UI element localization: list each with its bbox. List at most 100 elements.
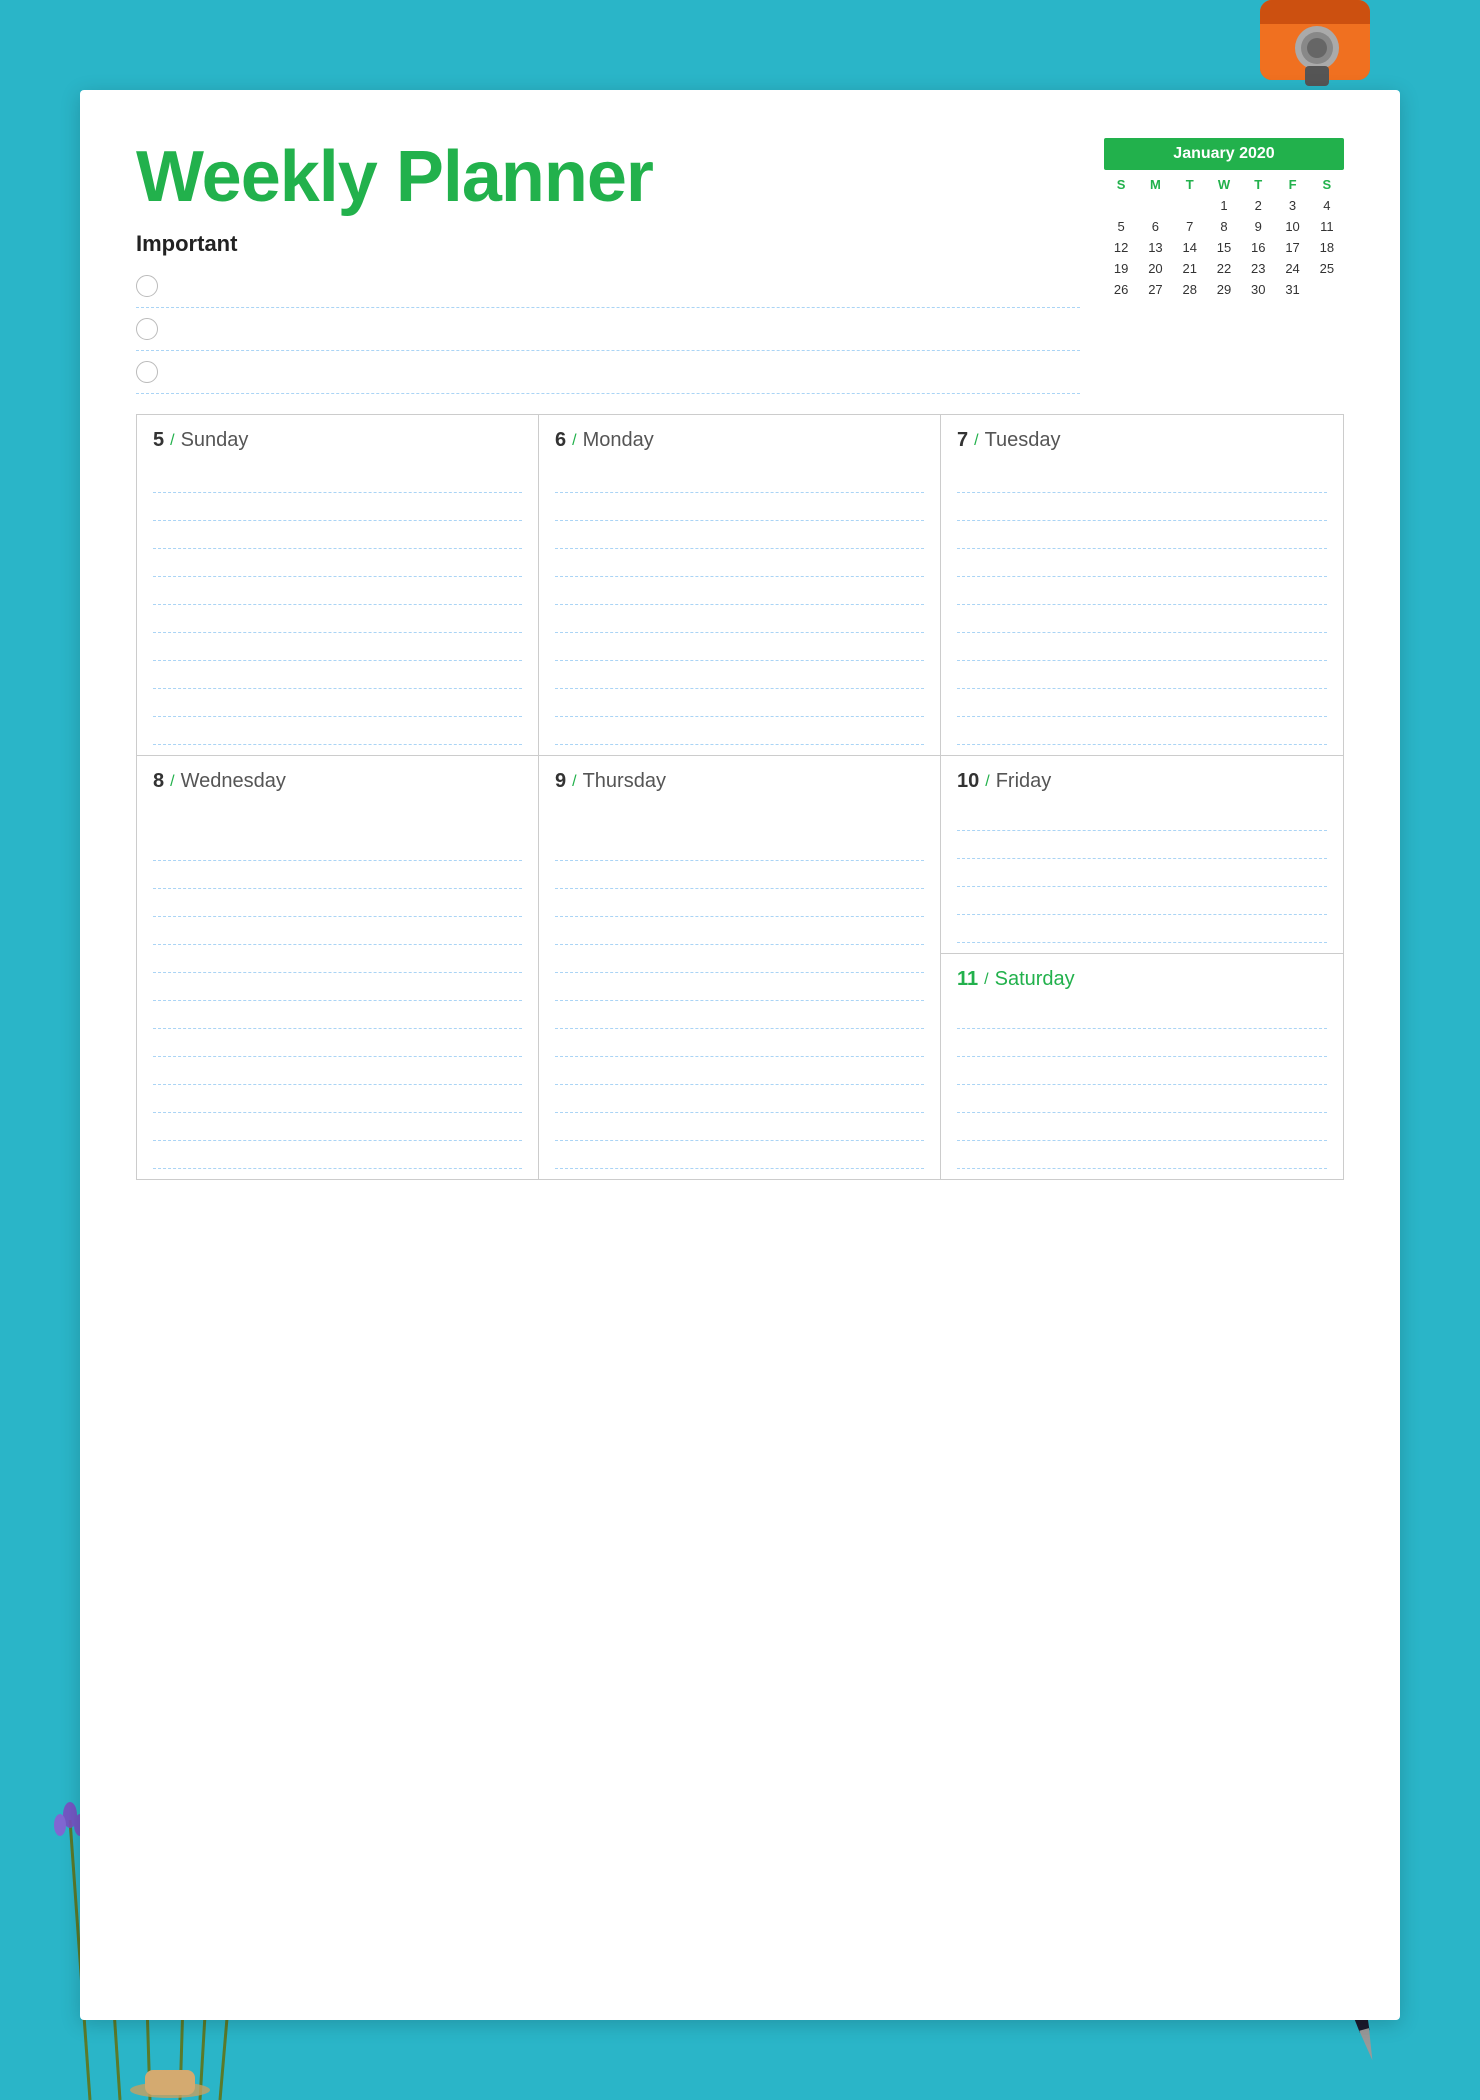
sunday-lines: [153, 462, 522, 745]
wednesday-header: 8 / Wednesday: [153, 770, 522, 793]
saturday-num: 11: [957, 968, 978, 991]
cal-header-t2: T: [1241, 174, 1275, 195]
calendar-month-header: January 2020: [1104, 138, 1344, 170]
title-section: Weekly Planner Important: [136, 138, 1080, 394]
cal-header-s1: S: [1104, 174, 1138, 195]
calendar-day-headers: S M T W T F S: [1104, 174, 1344, 195]
cal-day-1-1: 6: [1138, 216, 1172, 237]
important-row-3: [136, 351, 1080, 394]
cal-day-3-2: 21: [1173, 258, 1207, 279]
tuesday-header: 7 / Tuesday: [957, 429, 1327, 452]
day-cell-sunday: 5 / Sunday: [137, 415, 539, 755]
days-row-1: 5 / Sunday: [136, 414, 1344, 755]
saturday-lines: [957, 1001, 1327, 1169]
calendar-body: 1234567891011121314151617181920212223242…: [1104, 195, 1344, 300]
monday-header: 6 / Monday: [555, 429, 924, 452]
cal-day-4-6: [1310, 279, 1344, 300]
friday-name: Friday: [996, 770, 1052, 793]
sunday-name: Sunday: [181, 429, 249, 452]
cal-day-0-4: 2: [1241, 195, 1275, 216]
cal-day-4-2: 28: [1173, 279, 1207, 300]
cal-day-1-3: 8: [1207, 216, 1241, 237]
day-cell-friday: 10 / Friday: [941, 756, 1343, 954]
mini-calendar: January 2020 S M T W T F S 1234567891011…: [1104, 138, 1344, 300]
cal-week-4: 262728293031: [1104, 279, 1344, 300]
cal-day-0-5: 3: [1275, 195, 1309, 216]
checkbox-2[interactable]: [136, 318, 158, 340]
sunday-num: 5: [153, 429, 164, 452]
cal-day-4-0: 26: [1104, 279, 1138, 300]
cal-day-1-5: 10: [1275, 216, 1309, 237]
calendar-grid: S M T W T F S 12345678910111213141516171…: [1104, 174, 1344, 300]
cal-day-4-1: 27: [1138, 279, 1172, 300]
wednesday-num: 8: [153, 770, 164, 793]
important-items: [136, 265, 1080, 394]
thursday-num: 9: [555, 770, 566, 793]
important-label: Important: [136, 231, 1080, 257]
cal-day-0-0: [1104, 195, 1138, 216]
cal-day-4-5: 31: [1275, 279, 1309, 300]
cal-day-2-3: 15: [1207, 237, 1241, 258]
cal-header-m: M: [1138, 174, 1172, 195]
wednesday-name: Wednesday: [181, 770, 286, 793]
tuesday-name: Tuesday: [985, 429, 1061, 452]
day-cell-wednesday: 8 / Wednesday: [137, 756, 539, 1179]
cal-day-2-5: 17: [1275, 237, 1309, 258]
cal-header-s2: S: [1310, 174, 1344, 195]
cal-day-3-3: 22: [1207, 258, 1241, 279]
cal-day-1-2: 7: [1173, 216, 1207, 237]
cal-day-4-3: 29: [1207, 279, 1241, 300]
header: Weekly Planner Important January 2020: [136, 138, 1344, 394]
checkbox-3[interactable]: [136, 361, 158, 383]
friday-num: 10: [957, 770, 979, 793]
tuesday-num: 7: [957, 429, 968, 452]
cal-day-0-1: [1138, 195, 1172, 216]
friday-header: 10 / Friday: [957, 770, 1327, 793]
day-cell-saturday: 11 / Saturday: [941, 954, 1343, 1179]
planner-paper: Weekly Planner Important January 2020: [80, 90, 1400, 2020]
cal-day-4-4: 30: [1241, 279, 1275, 300]
day-cell-monday: 6 / Monday: [539, 415, 941, 755]
checkbox-1[interactable]: [136, 275, 158, 297]
day-cell-tuesday: 7 / Tuesday: [941, 415, 1343, 755]
page-title: Weekly Planner: [136, 138, 1080, 217]
monday-lines: [555, 462, 924, 745]
monday-name: Monday: [583, 429, 654, 452]
cal-day-2-0: 12: [1104, 237, 1138, 258]
thursday-lines: [555, 803, 924, 1169]
cal-header-f: F: [1275, 174, 1309, 195]
cal-day-2-6: 18: [1310, 237, 1344, 258]
cal-header-t1: T: [1173, 174, 1207, 195]
cal-day-0-2: [1173, 195, 1207, 216]
wednesday-lines: [153, 803, 522, 1169]
saturday-header: 11 / Saturday: [957, 968, 1327, 991]
day-cell-thursday: 9 / Thursday: [539, 756, 941, 1179]
cal-day-3-4: 23: [1241, 258, 1275, 279]
cal-day-3-6: 25: [1310, 258, 1344, 279]
friday-lines: [957, 803, 1327, 943]
sunday-header: 5 / Sunday: [153, 429, 522, 452]
cal-week-3: 19202122232425: [1104, 258, 1344, 279]
cal-week-2: 12131415161718: [1104, 237, 1344, 258]
thursday-name: Thursday: [583, 770, 666, 793]
saturday-name: Saturday: [995, 968, 1075, 991]
cal-day-1-4: 9: [1241, 216, 1275, 237]
tuesday-lines: [957, 462, 1327, 745]
cal-day-0-6: 4: [1310, 195, 1344, 216]
cal-week-0: 1234: [1104, 195, 1344, 216]
cal-day-0-3: 1: [1207, 195, 1241, 216]
cal-day-3-0: 19: [1104, 258, 1138, 279]
important-row-2: [136, 308, 1080, 351]
cal-day-3-5: 24: [1275, 258, 1309, 279]
cal-week-1: 567891011: [1104, 216, 1344, 237]
days-row-2: 8 / Wednesday: [136, 755, 1344, 1180]
monday-num: 6: [555, 429, 566, 452]
important-row-1: [136, 265, 1080, 308]
cal-day-2-2: 14: [1173, 237, 1207, 258]
cal-day-1-6: 11: [1310, 216, 1344, 237]
friday-saturday-col: 10 / Friday 11: [941, 756, 1343, 1179]
cal-day-1-0: 5: [1104, 216, 1138, 237]
cal-header-w: W: [1207, 174, 1241, 195]
cal-day-3-1: 20: [1138, 258, 1172, 279]
cal-day-2-1: 13: [1138, 237, 1172, 258]
